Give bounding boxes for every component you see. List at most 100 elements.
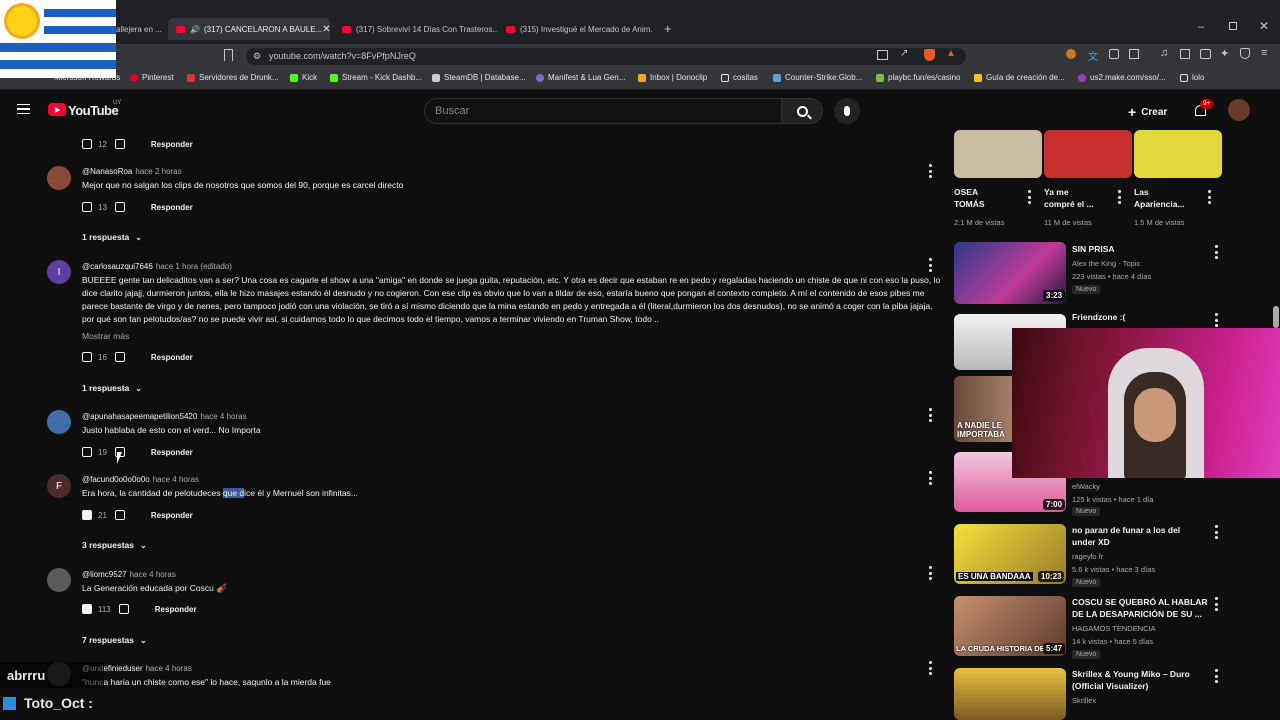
minimize-icon[interactable]: – bbox=[1198, 21, 1204, 33]
reply-button[interactable]: Responder bbox=[151, 448, 193, 457]
like-icon[interactable] bbox=[82, 139, 92, 149]
close-window-icon[interactable]: ✕ bbox=[1259, 19, 1269, 33]
video-title[interactable]: COSCU SE QUEBRÓ AL HABLAR DE LA DESAPARIC… bbox=[1072, 596, 1208, 620]
bookmark-item[interactable]: Stream - Kick Dashb... bbox=[330, 73, 422, 82]
wallet-icon[interactable] bbox=[1200, 49, 1211, 59]
comment-author[interactable]: @apunahasapeemapetilion5420 bbox=[82, 412, 197, 421]
video-channel[interactable]: HAGAMOS TENDENCIA bbox=[1072, 622, 1156, 635]
brave-shield-icon[interactable] bbox=[924, 49, 935, 61]
more-icon[interactable] bbox=[1215, 669, 1219, 683]
bookmark-item[interactable]: us2.make.com/sso/... bbox=[1078, 73, 1166, 82]
short-title[interactable]: Las Apariencia... bbox=[1134, 186, 1185, 210]
more-icon[interactable] bbox=[1215, 597, 1219, 611]
reply-button[interactable]: Responder bbox=[151, 203, 193, 212]
reply-button[interactable]: Responder bbox=[151, 353, 193, 362]
browser-tab[interactable]: allejera en ... bbox=[112, 18, 164, 40]
comment-more-icon[interactable] bbox=[929, 471, 933, 485]
avatar[interactable] bbox=[47, 166, 71, 190]
share-icon[interactable]: ↗ bbox=[900, 48, 908, 59]
video-channel[interactable]: rageylo fr bbox=[1072, 550, 1103, 563]
dislike-icon[interactable] bbox=[114, 139, 125, 149]
avatar[interactable]: F bbox=[47, 474, 71, 498]
account-avatar[interactable] bbox=[1228, 99, 1250, 121]
comment-author[interactable]: @carlosauzqui7646 bbox=[82, 262, 153, 271]
comment-more-icon[interactable] bbox=[929, 408, 933, 422]
maximize-icon[interactable] bbox=[1229, 22, 1237, 30]
like-icon[interactable] bbox=[82, 447, 92, 457]
comment-author[interactable]: @NanasoRoa bbox=[82, 167, 132, 176]
bookmark-item[interactable]: Inbox | Donoclip bbox=[638, 73, 707, 82]
reply-button[interactable]: Responder bbox=[155, 605, 197, 614]
comment-time[interactable]: hace 4 horas bbox=[146, 664, 192, 673]
bookmark-item[interactable]: Pinterest bbox=[130, 73, 174, 82]
puzzle-icon[interactable]: ✦ bbox=[1220, 47, 1229, 60]
youtube-logo-icon[interactable] bbox=[48, 103, 66, 116]
close-tab-icon[interactable]: ✕ bbox=[322, 24, 330, 35]
hamburger-menu-icon[interactable] bbox=[17, 104, 30, 114]
more-icon[interactable] bbox=[1215, 245, 1219, 259]
browser-tab[interactable]: (315) Investigué el Mercado de Anim... bbox=[502, 18, 652, 40]
search-input[interactable]: Buscar bbox=[424, 98, 782, 124]
view-replies-button[interactable]: 1 respuesta ⌄ bbox=[82, 232, 142, 242]
more-icon[interactable] bbox=[1208, 190, 1212, 204]
view-replies-button[interactable]: 1 respuesta ⌄ bbox=[82, 383, 142, 393]
scrollbar-thumb[interactable] bbox=[1273, 306, 1279, 328]
extension-icon[interactable] bbox=[1109, 49, 1119, 59]
comment-time[interactable]: hace 2 horas bbox=[135, 167, 181, 176]
dislike-icon[interactable] bbox=[114, 510, 125, 520]
bookmark-item[interactable]: lolo bbox=[1180, 73, 1204, 82]
browser-tab[interactable]: (317) Sobreviví 14 Días Con Trasteros... bbox=[338, 18, 498, 40]
translate-icon[interactable]: 文 bbox=[1088, 48, 1098, 63]
bookmark-item[interactable]: Kick bbox=[290, 73, 317, 82]
extension-icon[interactable] bbox=[1066, 49, 1076, 59]
short-title[interactable]: Ya me compré el ... bbox=[1044, 186, 1094, 210]
comment-more-icon[interactable] bbox=[929, 164, 933, 178]
comment-more-icon[interactable] bbox=[929, 661, 933, 675]
comment-more-icon[interactable] bbox=[929, 566, 933, 580]
comment-time[interactable]: hace 4 horas bbox=[153, 475, 199, 484]
like-icon[interactable] bbox=[82, 352, 92, 362]
dislike-icon[interactable] bbox=[118, 604, 129, 614]
video-channel[interactable]: Alex the King - Topic bbox=[1072, 257, 1140, 270]
short-title[interactable]: OSEA TOMÁS bbox=[954, 186, 985, 210]
view-replies-button[interactable]: 7 respuestas ⌄ bbox=[82, 635, 147, 645]
comment-time[interactable]: hace 4 horas bbox=[200, 412, 246, 421]
reply-button[interactable]: Responder bbox=[151, 511, 193, 520]
rewards-icon[interactable]: ▲ bbox=[946, 48, 956, 59]
new-tab-icon[interactable]: + bbox=[664, 21, 672, 36]
short-thumbnail[interactable] bbox=[1134, 130, 1222, 178]
sidebar-icon[interactable] bbox=[1180, 49, 1190, 59]
avatar[interactable]: I bbox=[47, 260, 71, 284]
video-channel[interactable]: Skrillex bbox=[1072, 694, 1096, 707]
bookmark-item[interactable]: cositas bbox=[721, 73, 758, 82]
video-thumbnail[interactable] bbox=[954, 668, 1066, 720]
dislike-icon[interactable] bbox=[114, 352, 125, 362]
comment-author[interactable]: @liomc9527 bbox=[82, 570, 127, 579]
comment-more-icon[interactable] bbox=[929, 258, 933, 272]
browser-tab-active[interactable]: 🔊 (317) CANCELARON A BAULE... ✕ bbox=[168, 18, 330, 40]
notifications-button[interactable]: 9+ bbox=[1194, 99, 1214, 118]
short-thumbnail[interactable] bbox=[954, 130, 1042, 178]
more-icon[interactable] bbox=[1118, 190, 1122, 204]
reply-button[interactable]: Responder bbox=[151, 140, 193, 149]
like-icon-filled[interactable] bbox=[82, 510, 92, 520]
more-icon[interactable] bbox=[1215, 525, 1219, 539]
create-button[interactable]: + Crear bbox=[1128, 103, 1167, 121]
like-icon-filled[interactable] bbox=[82, 604, 92, 614]
avatar[interactable] bbox=[47, 568, 71, 592]
bookmark-item[interactable]: Servidores de Drunk... bbox=[187, 73, 279, 82]
show-more-button[interactable]: Mostrar más bbox=[82, 331, 129, 341]
view-replies-button[interactable]: 3 respuestas ⌄ bbox=[82, 540, 147, 550]
comment-author[interactable]: @facund0o0o0o0o bbox=[82, 475, 150, 484]
search-button[interactable] bbox=[781, 98, 823, 124]
bookmark-item[interactable]: Guía de creación de... bbox=[974, 73, 1065, 82]
short-thumbnail[interactable] bbox=[1044, 130, 1132, 178]
bookmark-item[interactable]: Counter-Strike:Glob... bbox=[773, 73, 862, 82]
video-title[interactable]: no paran de funar a los del under XD bbox=[1072, 524, 1180, 548]
menu-icon[interactable]: ≡ bbox=[1261, 47, 1267, 59]
like-icon[interactable] bbox=[82, 202, 92, 212]
video-title[interactable]: Skrillex & Young Miko – Duro (Official Vi… bbox=[1072, 668, 1190, 692]
site-info-icon[interactable]: ⚙ bbox=[253, 48, 261, 65]
video-title[interactable]: SIN PRISA bbox=[1072, 243, 1115, 255]
bookmark-item[interactable]: playbc.fun/es/casino bbox=[876, 73, 961, 82]
